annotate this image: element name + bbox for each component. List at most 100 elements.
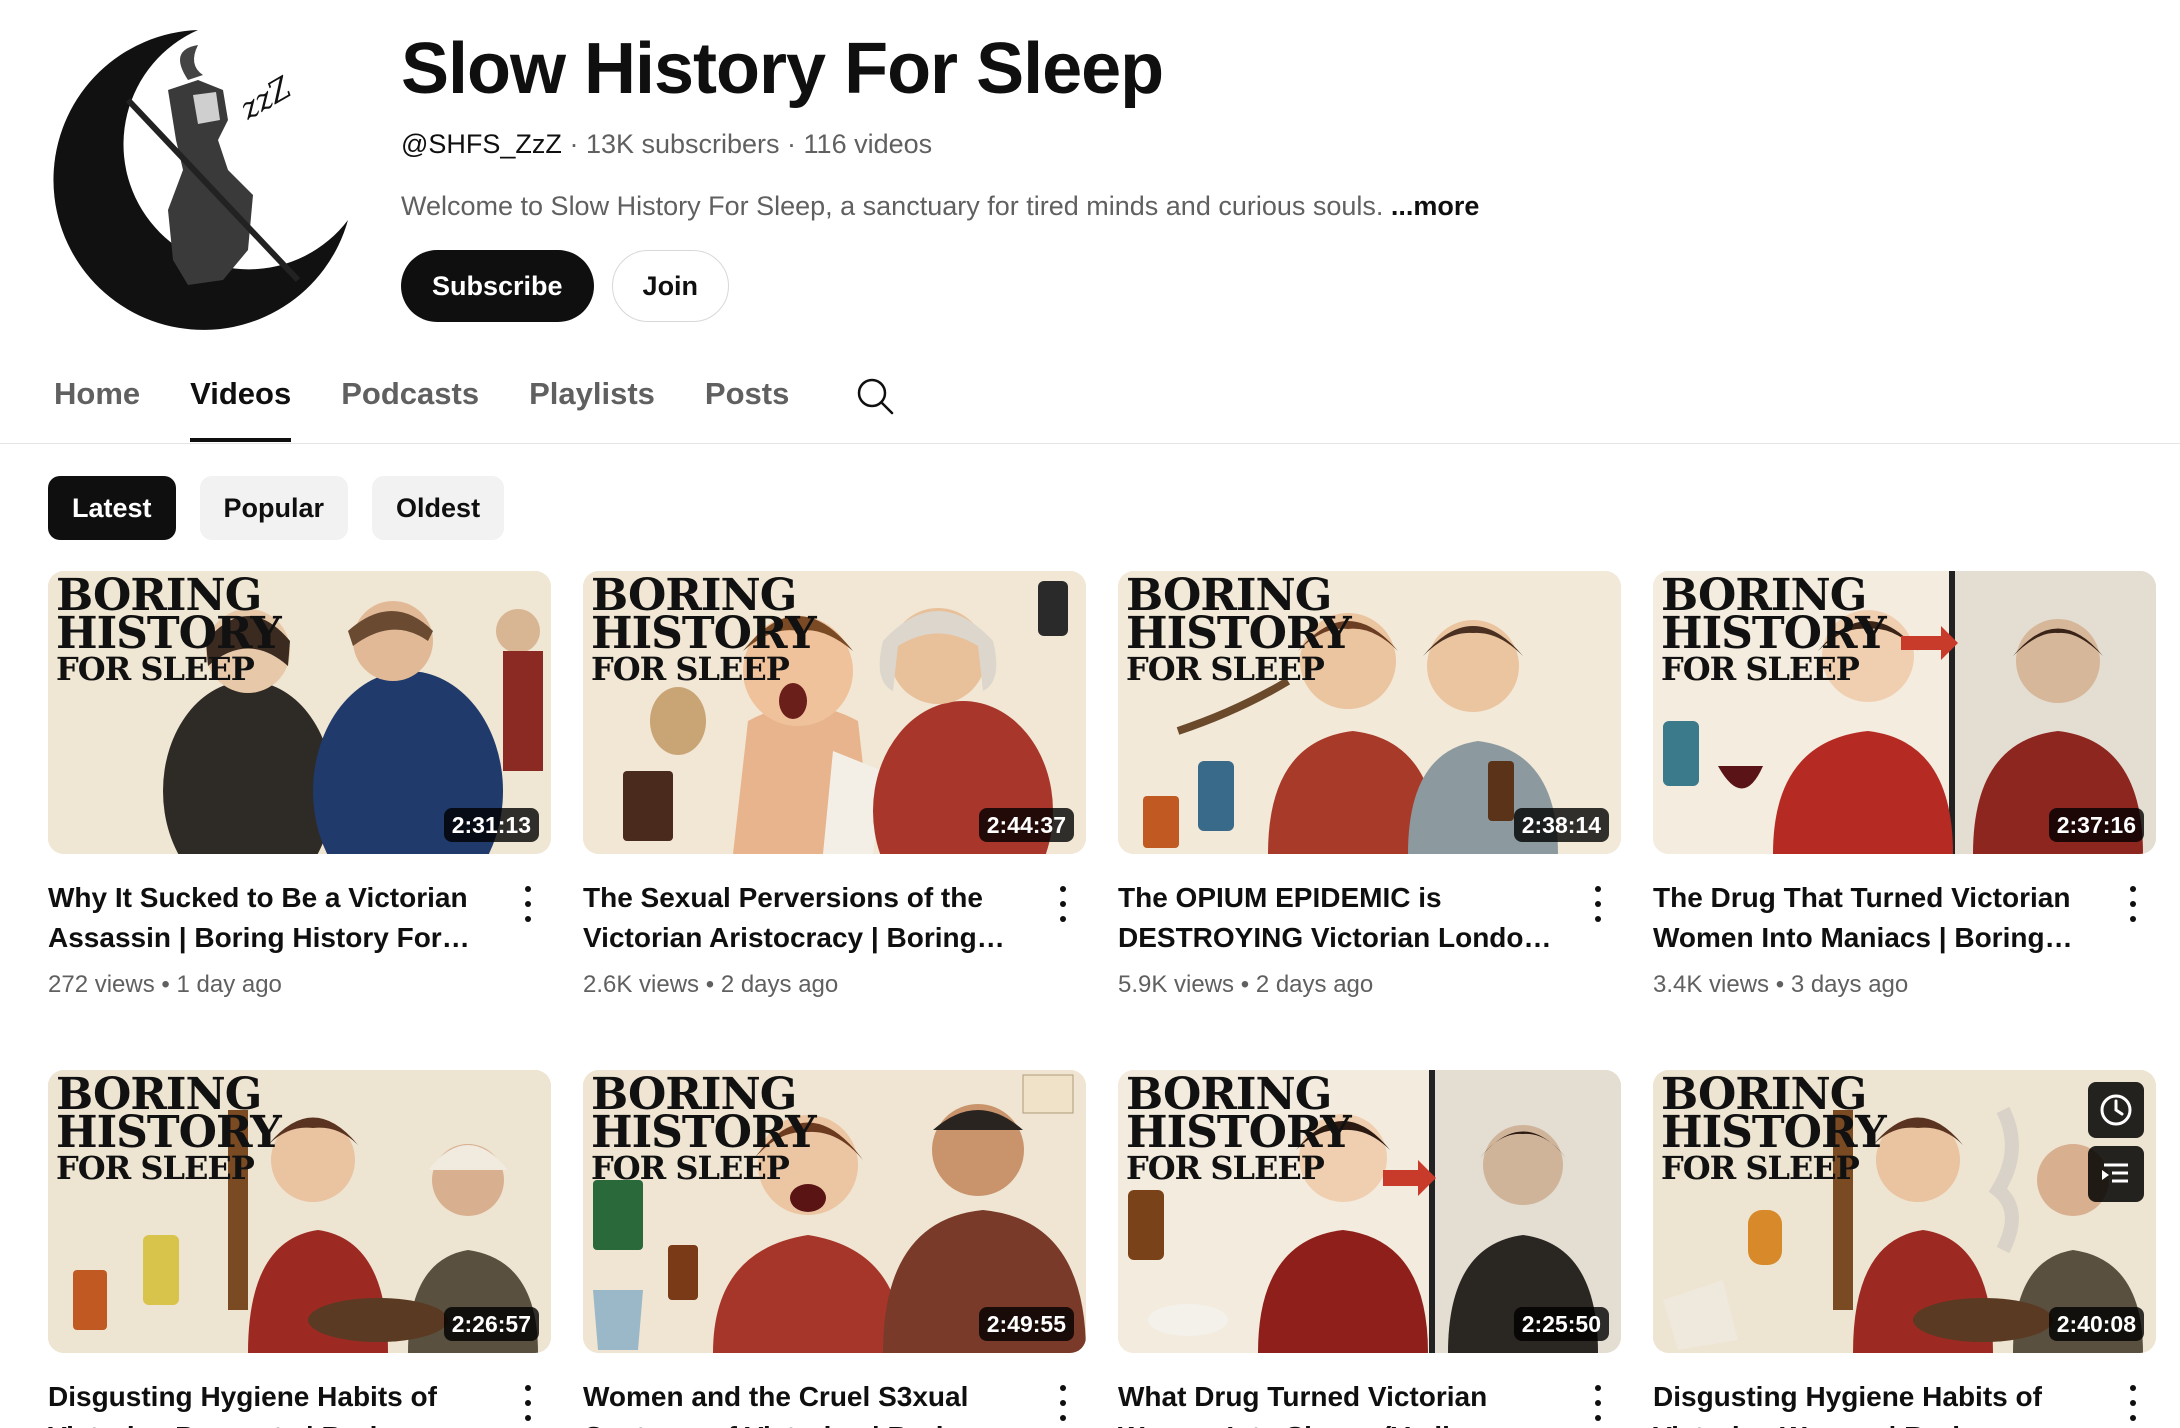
video-title[interactable]: The Sexual Perversions of the Victorian …	[583, 878, 1026, 958]
meta-dot: •	[699, 971, 721, 998]
video-card[interactable]: BORING HISTORY FOR SLEEP 2:26:57 Disgust…	[48, 1070, 551, 1428]
video-thumbnail[interactable]: BORING HISTORY FOR SLEEP 2:38:14	[1118, 571, 1621, 854]
add-to-queue-icon[interactable]	[2088, 1146, 2144, 1202]
meta-separator: ·	[787, 129, 804, 159]
video-title[interactable]: Women and the Cruel S3xual Customs of Vi…	[583, 1377, 1026, 1428]
video-thumbnail[interactable]: BORING HISTORY FOR SLEEP 2:31:13	[48, 571, 551, 854]
meta-dot: •	[154, 971, 177, 998]
channel-description[interactable]: Welcome to Slow History For Sleep, a san…	[401, 188, 1479, 224]
video-title[interactable]: Disgusting Hygiene Habits of Victorian P…	[48, 1377, 491, 1428]
subscriber-count: 13K subscribers	[585, 129, 780, 159]
more-actions-icon[interactable]	[515, 1381, 541, 1425]
duration-badge: 2:38:14	[1513, 808, 1609, 842]
duration-badge: 2:40:08	[2048, 1307, 2144, 1341]
thumbnail-brand: BORING HISTORY FOR SLEEP	[1126, 1070, 1352, 1187]
view-count: 3.4K views	[1653, 971, 1770, 998]
video-thumbnail[interactable]: BORING HISTORY FOR SLEEP 2:44:37	[583, 571, 1086, 854]
channel-info: Slow History For Sleep @SHFS_ZzZ · 13K s…	[401, 24, 1479, 322]
video-meta: 3.4K views • 3 days ago	[1653, 968, 2096, 1002]
more-actions-icon[interactable]	[1050, 1381, 1076, 1425]
knight-logo: zzZ	[48, 20, 370, 342]
duration-badge: 2:44:37	[978, 808, 1074, 842]
more-actions-icon[interactable]	[1585, 1381, 1611, 1425]
video-details: The Sexual Perversions of the Victorian …	[583, 854, 1086, 1002]
chip-oldest[interactable]: Oldest	[372, 476, 505, 540]
channel-actions: Subscribe Join	[401, 250, 1479, 322]
video-card[interactable]: BORING HISTORY FOR SLEEP 2:38:14 The OPI…	[1118, 571, 1621, 1002]
video-meta: 2.6K views • 2 days ago	[583, 968, 1026, 1002]
duration-badge: 2:26:57	[443, 1307, 539, 1341]
video-title[interactable]: The Drug That Turned Victorian Women Int…	[1653, 878, 2096, 958]
channel-handle: @SHFS_ZzZ	[401, 129, 562, 159]
video-thumbnail[interactable]: BORING HISTORY FOR SLEEP 2:26:57	[48, 1070, 551, 1353]
video-card[interactable]: BORING HISTORY FOR SLEEP 2:25:50 What Dr…	[1118, 1070, 1621, 1428]
video-card[interactable]: BORING HISTORY FOR SLEEP 2:44:37 The Sex…	[583, 571, 1086, 1002]
description-text: Welcome to Slow History For Sleep, a san…	[401, 191, 1384, 221]
tab-home[interactable]: Home	[54, 360, 140, 442]
video-details: Disgusting Hygiene Habits of Victorian W…	[1653, 1353, 2156, 1428]
search-icon[interactable]	[855, 376, 895, 416]
thumbnail-brand: BORING HISTORY FOR SLEEP	[591, 1070, 817, 1187]
join-button[interactable]: Join	[611, 250, 730, 322]
subscribe-button[interactable]: Subscribe	[401, 250, 594, 322]
thumbnail-brand: BORING HISTORY FOR SLEEP	[1661, 1070, 1887, 1187]
tabs-divider	[0, 443, 2180, 444]
duration-badge: 2:31:13	[443, 808, 539, 842]
video-details: Women and the Cruel S3xual Customs of Vi…	[583, 1353, 1086, 1428]
thumbnail-brand: BORING HISTORY FOR SLEEP	[1661, 571, 1887, 688]
video-meta: 272 views • 1 day ago	[48, 968, 491, 1002]
video-card[interactable]: BORING HISTORY FOR SLEEP 2:49:55 Women a…	[583, 1070, 1086, 1428]
thumbnail-brand: BORING HISTORY FOR SLEEP	[1126, 571, 1352, 688]
video-thumbnail[interactable]: BORING HISTORY FOR SLEEP 2:40:08	[1653, 1070, 2156, 1353]
video-card[interactable]: BORING HISTORY FOR SLEEP 2:31:13 Why It …	[48, 571, 551, 1002]
channel-title: Slow History For Sleep	[401, 29, 1164, 109]
video-details: Why It Sucked to Be a Victorian Assassin…	[48, 854, 551, 1002]
video-thumbnail[interactable]: BORING HISTORY FOR SLEEP 2:37:16	[1653, 571, 2156, 854]
video-card[interactable]: BORING HISTORY FOR SLEEP 2:37:16 The Dru…	[1653, 571, 2156, 1002]
tab-posts[interactable]: Posts	[705, 360, 789, 442]
video-title[interactable]: Why It Sucked to Be a Victorian Assassin…	[48, 878, 491, 958]
channel-tabs: Home Videos Podcasts Playlists Posts	[54, 360, 839, 442]
meta-dot: •	[1769, 971, 1791, 998]
upload-age: 2 days ago	[720, 971, 839, 998]
channel-avatar[interactable]: zzZ	[48, 20, 370, 342]
hover-actions	[2088, 1082, 2144, 1202]
thumbnail-brand: BORING HISTORY FOR SLEEP	[591, 571, 817, 688]
tab-podcasts[interactable]: Podcasts	[341, 360, 479, 442]
more-actions-icon[interactable]	[1050, 882, 1076, 926]
video-meta: 5.9K views • 2 days ago	[1118, 968, 1561, 1002]
tab-videos[interactable]: Videos	[190, 360, 292, 442]
more-link[interactable]: ...more	[1391, 191, 1480, 221]
video-details: The OPIUM EPIDEMIC is DESTROYING Victori…	[1118, 854, 1621, 1002]
thumbnail-brand: BORING HISTORY FOR SLEEP	[56, 571, 282, 688]
view-count: 272 views	[48, 971, 155, 998]
chip-latest[interactable]: Latest	[48, 476, 176, 540]
duration-badge: 2:25:50	[1513, 1307, 1609, 1341]
clock-icon[interactable]	[2088, 1082, 2144, 1138]
video-details: Disgusting Hygiene Habits of Victorian P…	[48, 1353, 551, 1428]
more-actions-icon[interactable]	[1585, 882, 1611, 926]
video-count: 116 videos	[803, 129, 933, 159]
view-count: 2.6K views	[583, 971, 700, 998]
duration-badge: 2:49:55	[978, 1307, 1074, 1341]
view-count: 5.9K views	[1118, 971, 1235, 998]
video-card[interactable]: BORING HISTORY FOR SLEEP 2:40:08 Disgust…	[1653, 1070, 2156, 1428]
video-details: What Drug Turned Victorian Women Into Sl…	[1118, 1353, 1621, 1428]
more-actions-icon[interactable]	[2120, 882, 2146, 926]
video-thumbnail[interactable]: BORING HISTORY FOR SLEEP 2:25:50	[1118, 1070, 1621, 1353]
upload-age: 1 day ago	[176, 971, 282, 998]
channel-meta: @SHFS_ZzZ · 13K subscribers · 116 videos	[401, 126, 1479, 162]
video-thumbnail[interactable]: BORING HISTORY FOR SLEEP 2:49:55	[583, 1070, 1086, 1353]
sort-chips: Latest Popular Oldest	[48, 476, 505, 540]
video-title[interactable]: What Drug Turned Victorian Women Into Sl…	[1118, 1377, 1561, 1428]
thumbnail-brand: BORING HISTORY FOR SLEEP	[56, 1070, 282, 1187]
more-actions-icon[interactable]	[2120, 1381, 2146, 1425]
more-actions-icon[interactable]	[515, 882, 541, 926]
upload-age: 2 days ago	[1255, 971, 1374, 998]
meta-separator: ·	[569, 129, 586, 159]
video-title[interactable]: The OPIUM EPIDEMIC is DESTROYING Victori…	[1118, 878, 1561, 958]
chip-popular[interactable]: Popular	[199, 476, 349, 540]
video-title[interactable]: Disgusting Hygiene Habits of Victorian W…	[1653, 1377, 2096, 1428]
tab-playlists[interactable]: Playlists	[529, 360, 655, 442]
upload-age: 3 days ago	[1790, 971, 1909, 998]
